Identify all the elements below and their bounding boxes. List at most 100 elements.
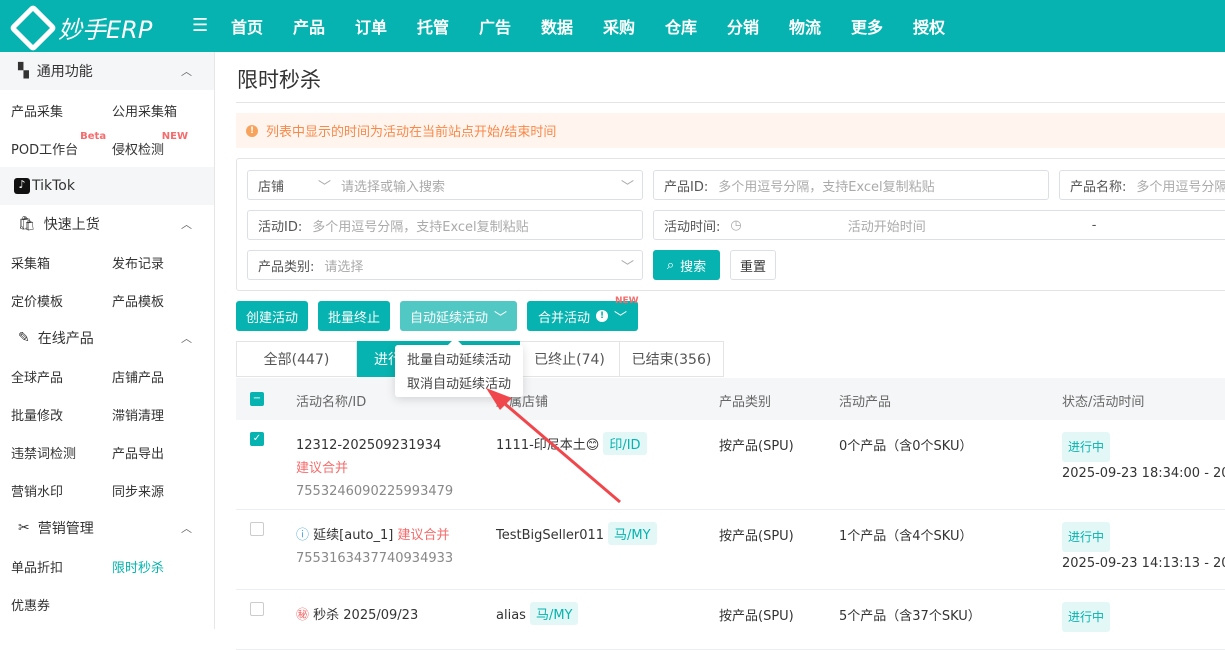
sidebar: ▚ 通用功能 ︿ 产品采集 公用采集箱 POD工作台 Beta 侵权检测 NEW ♪ Ti…	[0, 52, 215, 629]
sidebar-item[interactable]: 单品折扣	[11, 557, 63, 576]
status-cell: 进行中 2025-09-23 18:34:00 - 202	[1062, 432, 1225, 486]
chevron-down-icon: ﹀	[620, 259, 634, 275]
sidebar-item[interactable]: 定价模板	[11, 291, 63, 310]
sidebar-item[interactable]: 优惠券	[11, 595, 50, 614]
category-cell: 按产品(SPU)	[719, 439, 794, 454]
sidebar-item[interactable]: 产品采集	[11, 101, 63, 120]
row-checkbox[interactable]	[250, 602, 264, 616]
sidebar-item[interactable]: 产品模板	[112, 291, 164, 310]
sidebar-item[interactable]: 批量修改	[11, 405, 63, 424]
sidebar-item[interactable]: 采集箱	[11, 253, 50, 272]
suggest-merge-link[interactable]: 建议合并	[397, 528, 449, 543]
sidebar-item[interactable]: 侵权检测 NEW	[112, 131, 188, 158]
grid-icon: ▚	[18, 63, 29, 79]
nav-item[interactable]: 数据	[541, 14, 573, 38]
activity-id-input[interactable]: 活动ID: 多个用逗号分隔，支持Excel复制粘贴	[247, 210, 643, 240]
table-row: ㊙ 秒杀 2025/09/23 alias 马/MY 按产品(SPU) 5个产品（…	[236, 590, 1225, 650]
menu-item-batch-auto-extend[interactable]: 批量自动延续活动	[395, 349, 523, 373]
chevron-down-icon: ﹀	[614, 310, 628, 326]
status-cell: 进行中	[1062, 602, 1111, 632]
column-header: 产品类别	[719, 395, 772, 410]
sidebar-item[interactable]: 同步来源	[112, 481, 164, 500]
nav-item[interactable]: 更多	[851, 14, 883, 38]
nav-item[interactable]: 授权	[913, 14, 945, 38]
select-all-checkbox[interactable]: −	[250, 392, 264, 406]
create-activity-button[interactable]: 创建活动	[236, 301, 308, 331]
sidebar-item-tiktok[interactable]: ♪ TikTok	[0, 167, 214, 205]
beta-badge: Beta	[80, 131, 107, 142]
logo[interactable]: 妙手ERP	[8, 3, 152, 52]
sidebar-item[interactable]: POD工作台 Beta	[11, 131, 106, 158]
info-icon: !	[596, 310, 608, 322]
tab-all[interactable]: 全部(447)	[236, 341, 357, 377]
auto-extend-button[interactable]: 自动延续活动 ﹀	[400, 301, 517, 331]
activity-name[interactable]: ⓘ 延续[auto_1] 建议合并 7553163437740934933	[296, 524, 456, 570]
top-bar: 妙手ERP ☰ 首页 产品 订单 托管 广告 数据 采购 仓库 分销 物流 更多 授权	[0, 0, 1225, 52]
sidebar-section-marketing[interactable]: ✂ 营销管理 ︿	[0, 509, 214, 547]
sidebar-item[interactable]: 全球产品	[11, 367, 63, 386]
activity-name[interactable]: 12312-202509231934 建议合并 75532460902259934…	[296, 434, 456, 503]
products-cell: 5个产品（含37个SKU）	[839, 609, 981, 624]
notice-banner: ! 列表中显示的时间为活动在当前站点开始/结束时间	[236, 113, 1225, 148]
chevron-up-icon: ︿	[181, 332, 192, 345]
product-name-input[interactable]: 产品名称: 多个用逗号分隔	[1059, 170, 1225, 200]
sidebar-item[interactable]: 违禁词检测	[11, 443, 76, 462]
menu-toggle-icon[interactable]: ☰	[192, 15, 208, 36]
category-select[interactable]: 产品类别: 请选择 ﹀	[247, 250, 643, 280]
product-id-input[interactable]: 产品ID: 多个用逗号分隔，支持Excel复制粘贴	[653, 170, 1049, 200]
activity-time: 2025-09-23 14:13:13 - 202	[1062, 556, 1225, 571]
row-checkbox[interactable]	[250, 522, 264, 536]
nav-item[interactable]: 广告	[479, 14, 511, 38]
lightning-icon: ⓘ	[296, 528, 310, 543]
sidebar-item[interactable]: 公用采集箱	[112, 101, 177, 120]
activity-id: 7553163437740934933	[296, 551, 454, 566]
nav-item[interactable]: 物流	[789, 14, 821, 38]
chevron-up-icon: ︿	[181, 218, 192, 231]
status-badge: 进行中	[1062, 522, 1111, 552]
reset-button[interactable]: 重置	[730, 250, 776, 280]
sidebar-item[interactable]: 滞销清理	[112, 405, 164, 424]
activity-name[interactable]: ㊙ 秒杀 2025/09/23	[296, 604, 456, 627]
nav-item[interactable]: 产品	[293, 14, 325, 38]
activity-time: 2025-09-23 18:34:00 - 202	[1062, 466, 1225, 481]
info-icon: !	[246, 124, 258, 137]
sidebar-item[interactable]: 店铺产品	[112, 367, 164, 386]
flash-sale-icon: ㊙	[296, 608, 310, 623]
sidebar-section-quick[interactable]: 🛍 快速上货 ︿	[0, 205, 214, 243]
sidebar-item[interactable]: 发布记录	[112, 253, 164, 272]
logo-icon	[8, 3, 58, 52]
activity-time-picker[interactable]: 活动时间: ◷ 活动开始时间 -	[653, 210, 1225, 240]
status-badge: 进行中	[1062, 602, 1111, 632]
sidebar-item[interactable]: 产品导出	[112, 443, 164, 462]
nav-item[interactable]: 采购	[603, 14, 635, 38]
nav-item[interactable]: 首页	[231, 14, 263, 38]
column-header: 活动名称/ID	[296, 395, 367, 410]
edit-icon: ✎	[18, 330, 30, 346]
column-header: 状态/活动时间	[1062, 395, 1145, 410]
nav-item[interactable]: 订单	[355, 14, 387, 38]
batch-stop-button[interactable]: 批量终止	[318, 301, 390, 331]
sidebar-item-active[interactable]: 限时秒杀	[112, 557, 164, 576]
chevron-down-icon: ﹀	[494, 310, 508, 326]
nav-item[interactable]: 托管	[417, 14, 449, 38]
sidebar-section-general[interactable]: ▚ 通用功能 ︿	[0, 52, 214, 90]
suggest-merge-link[interactable]: 建议合并	[296, 461, 348, 476]
tiktok-icon: ♪	[14, 178, 30, 194]
sidebar-section-online[interactable]: ✎ 在线产品 ︿	[0, 319, 214, 357]
search-button[interactable]: ⌕ 搜索	[653, 250, 720, 280]
bag-icon: 🛍	[18, 216, 36, 232]
shop-select[interactable]: 店铺 ﹀ 请选择或输入搜索 ﹀	[247, 170, 643, 200]
nav-item[interactable]: 分销	[727, 14, 759, 38]
ticket-icon: ✂	[18, 520, 30, 536]
annotation-arrow	[486, 388, 621, 504]
sidebar-item[interactable]: 营销水印	[11, 481, 63, 500]
tab-ended[interactable]: 已结束(356)	[620, 341, 724, 377]
column-header: 活动产品	[839, 395, 892, 410]
shop-cell: alias 马/MY	[496, 602, 579, 625]
table-header: − 活动名称/ID 所属店铺 产品类别 活动产品 状态/活动时间	[236, 378, 1225, 420]
region-chip: 马/MY	[608, 522, 657, 545]
nav-item[interactable]: 仓库	[665, 14, 697, 38]
row-checkbox[interactable]: ✓	[250, 432, 264, 446]
table-row: ✓ 12312-202509231934 建议合并 755324609022599…	[236, 420, 1225, 510]
tab-terminated[interactable]: 已终止(74)	[520, 341, 620, 377]
